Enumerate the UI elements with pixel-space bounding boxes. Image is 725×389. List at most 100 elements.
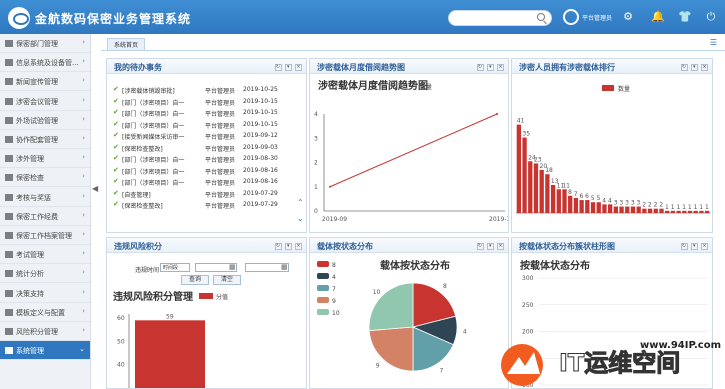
minimize-icon[interactable]: ▾ [690,243,698,250]
task-row[interactable]: ✔ [自查管理] 平台管理员 2019-07-29 [113,188,303,199]
legend-label: 7 [332,286,336,293]
minimize-icon[interactable]: ▾ [486,243,494,250]
folder-icon [5,97,13,105]
task-title[interactable]: [自查管理] [122,190,192,199]
minimize-icon[interactable]: ▾ [690,64,698,71]
sidebar-item[interactable]: 模板定义与配置 › [0,303,90,322]
sidebar-collapse-icon[interactable]: ◀ [92,184,100,204]
time-range-select[interactable]: 时间段 [160,263,190,272]
tab-menu-icon[interactable]: ☰ [710,38,717,47]
sidebar-item[interactable]: 涉外管理 › [0,149,90,169]
sidebar-item[interactable]: 信息系统及设备管... › [0,53,90,73]
refresh-icon[interactable]: ↻ [680,243,688,250]
sidebar-item[interactable]: 保密工作经费 › [0,207,90,226]
tab-home[interactable]: 系统首页 [107,38,146,50]
task-row[interactable]: ✔ [部门（涉密项目）自一 平台管理员 2019-08-30 [113,153,303,164]
task-title[interactable]: [涉密载体销毁审批] [122,86,192,95]
sidebar-item[interactable]: 决策支持 › [0,284,90,303]
sidebar-item[interactable]: 保密工作档案管理 › [0,226,90,245]
refresh-icon[interactable]: ↻ [476,243,484,250]
shirt-icon[interactable]: 👕 [678,11,692,23]
carrier-status-panel: 载体按状态分布 ↻ ▾ × 载体按状态分布 8 4 7 9 10 8 4 7 9 10 [309,237,509,389]
sidebar-item[interactable]: 涉密会议管理 › [0,92,90,111]
task-row[interactable]: ✔ [部门（涉密项目）自一 平台管理员 2019-08-16 [113,176,303,187]
chevron-right-icon: › [82,191,85,200]
task-check-icon: ✔ [113,108,119,116]
task-title[interactable]: [部门（涉密项目）自一 [122,109,192,118]
task-title[interactable]: [部门（涉密项目）自一 [122,121,192,130]
minimize-icon[interactable]: ▾ [486,64,494,71]
bar-label: 1 [676,204,680,211]
task-date: 2019-09-03 [243,143,278,151]
panel-tools: ↻ ▾ × [274,62,302,71]
bar [528,161,533,213]
settings-icon[interactable]: ⚙ [622,11,634,23]
task-row[interactable]: ✔ [保密检查整改] 平台管理员 2019-09-03 [113,142,303,153]
task-check-icon: ✔ [113,154,119,162]
query-button[interactable]: 查询 [181,275,209,285]
sidebar-item-label: 系统管理 [16,347,44,356]
minimize-icon[interactable]: ▾ [284,243,292,250]
sidebar-item[interactable]: 系统管理 ⌄ [0,341,90,361]
close-icon[interactable]: × [497,243,504,250]
panel-header: 我的待办事务 ↻ ▾ × [107,59,306,74]
clear-button[interactable]: 清空 [213,275,241,285]
close-icon[interactable]: × [701,243,708,250]
chevron-right-icon: › [82,210,85,219]
close-icon[interactable]: × [701,64,708,71]
sidebar-item[interactable]: 考试管理 › [0,245,90,265]
search-icon[interactable] [537,13,545,21]
sidebar-item[interactable]: 保密部门管理 › [0,34,90,53]
scroll-up-icon[interactable]: ⌃ [297,198,304,207]
task-row[interactable]: ✔ [部门（涉密项目）自一 平台管理员 2019-10-15 [113,119,303,130]
holder-rank-panel: 涉密人员拥有涉密载体排行 ↻ ▾ × 数量 41 35 24 23 20 18 13 11 11 8… [511,58,713,233]
scroll-down-icon[interactable]: ⌄ [297,214,304,223]
sidebar-item[interactable]: 保密检查 › [0,168,90,188]
task-owner: 平台管理员 [205,88,236,95]
calendar-icon[interactable]: ▦ [229,263,236,271]
sidebar-item[interactable]: 风险积分管理 › [0,322,90,341]
sidebar-item[interactable]: 新闻宣传管理 › [0,72,90,92]
refresh-icon[interactable]: ↻ [274,64,282,71]
search-input[interactable] [448,10,552,26]
task-title[interactable]: [接受新闻媒体采访审一 [122,132,192,141]
task-row[interactable]: ✔ [保密检查整改] 平台管理员 2019-07-29 [113,199,303,210]
sidebar-item[interactable]: 统计分析 › [0,264,90,284]
task-title[interactable]: [部门（涉密项目）自一 [122,155,192,164]
task-title[interactable]: [保密检查整改] [122,201,192,210]
bar-label: 1 [682,204,686,211]
app-title: 金航数码保密业务管理系统 [35,12,192,26]
task-title[interactable]: [保密检查整改] [122,144,192,153]
power-icon[interactable]: ⏻ [705,11,717,23]
close-icon[interactable]: × [295,243,302,250]
task-row[interactable]: ✔ [涉密载体销毁审批] 平台管理员 2019-10-25 [113,84,303,95]
task-title[interactable]: [部门（涉密项目）自一 [122,167,192,176]
refresh-icon[interactable]: ↻ [680,64,688,71]
task-title[interactable]: [部门（涉密项目）自一 [122,178,192,187]
close-icon[interactable]: × [497,64,504,71]
task-title[interactable]: [部门（涉密项目）自一 [122,98,192,107]
sidebar-item[interactable]: 协作配套管理 › [0,130,90,149]
refresh-icon[interactable]: ↻ [476,64,484,71]
sidebar-item[interactable]: 考核与奖惩 › [0,188,90,207]
legend-label: 数量 [420,83,432,91]
bar [687,210,693,213]
minimize-icon[interactable]: ▾ [284,64,292,71]
task-row[interactable]: ✔ [部门（涉密项目）自一 平台管理员 2019-08-16 [113,165,303,176]
chevron-right-icon: › [82,76,85,85]
task-row[interactable]: ✔ [部门（涉密项目）自一 平台管理员 2019-10-15 [113,107,303,118]
carrier-bar-title: 按载体状态分布簇状柱形图 [519,242,615,251]
user-avatar-icon[interactable] [563,9,579,25]
refresh-icon[interactable]: ↻ [274,243,282,250]
task-row[interactable]: ✔ [部门（涉密项目）自一 平台管理员 2019-10-15 [113,96,303,107]
bar [533,163,539,213]
user-name[interactable]: 平台管理员 [582,13,612,22]
close-icon[interactable]: × [295,64,302,71]
sidebar-item-label: 保密工作档案管理 [16,232,72,240]
bar-label: 35 [522,131,530,138]
sidebar-item[interactable]: 外场试验管理 › [0,111,90,130]
bell-icon[interactable]: 🔔 [651,11,665,23]
calendar-icon[interactable]: ▦ [281,263,288,271]
folder-icon [5,78,13,86]
task-row[interactable]: ✔ [接受新闻媒体采访审一 平台管理员 2019-09-12 [113,130,303,141]
